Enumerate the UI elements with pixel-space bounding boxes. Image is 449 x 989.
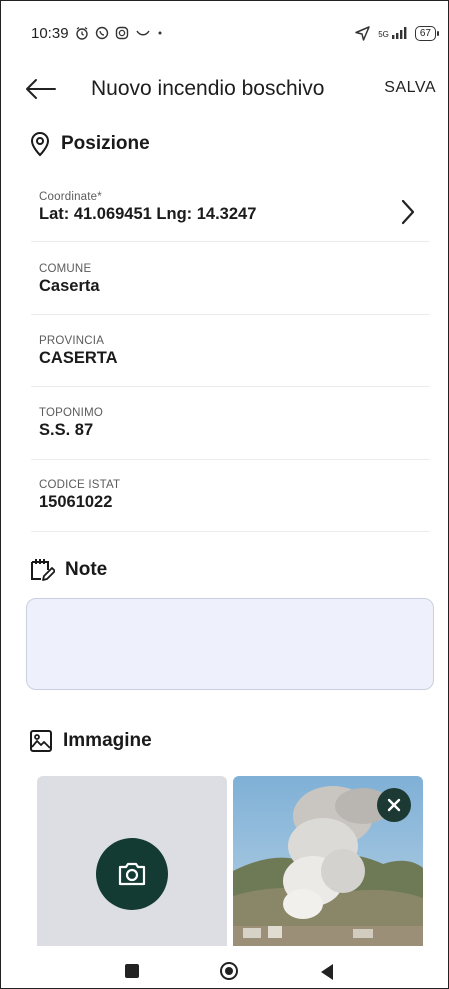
app-bar: Nuovo incendio boschivo SALVA <box>1 71 448 107</box>
notes-section-header: Note <box>29 557 107 583</box>
divider <box>31 459 430 460</box>
notepad-pen-icon <box>31 559 55 581</box>
coordinates-field[interactable]: Coordinate* Lat: 41.069451 Lng: 14.3247 <box>39 191 418 224</box>
provincia-value: CASERTA <box>39 349 118 367</box>
status-right: 5G 67 <box>355 25 440 41</box>
status-time: 10:39 <box>31 24 69 42</box>
codice-istat-value: 15061022 <box>39 493 113 511</box>
location-pin-icon <box>30 132 50 157</box>
provincia-label: PROVINCIA <box>39 335 105 347</box>
back-arrow-icon[interactable] <box>23 75 57 103</box>
position-section-header: Posizione <box>29 131 150 157</box>
back-triangle-icon[interactable] <box>319 963 335 981</box>
image-icon <box>30 730 52 752</box>
toponimo-label: TOPONIMO <box>39 407 104 419</box>
save-button[interactable]: SALVA <box>384 79 436 97</box>
divider <box>31 386 430 387</box>
add-photo-tile[interactable] <box>37 776 227 946</box>
toponimo-field: TOPONIMO S.S. 87 <box>39 407 418 440</box>
signal-indicator: 5G <box>378 27 407 39</box>
notes-section-title: Note <box>65 559 108 580</box>
comune-value: Caserta <box>39 277 100 295</box>
smile-icon <box>135 30 150 36</box>
notification-icons <box>75 26 163 40</box>
comune-field: COMUNE Caserta <box>39 263 418 296</box>
home-circle-icon[interactable] <box>219 961 239 981</box>
whatsapp-icon <box>95 26 108 40</box>
camera-icon <box>118 862 146 886</box>
location-arrow-icon <box>355 25 370 41</box>
status-bar: 10:39 5G 67 <box>31 21 440 45</box>
wildfire-photo[interactable] <box>233 776 423 946</box>
position-section-title: Posizione <box>61 133 150 154</box>
divider <box>31 531 430 532</box>
provincia-field: PROVINCIA CASERTA <box>39 335 418 368</box>
signal-icon <box>391 27 407 39</box>
remove-photo-button[interactable] <box>377 788 411 822</box>
close-icon <box>387 798 401 812</box>
recents-square-icon[interactable] <box>125 964 139 978</box>
divider <box>31 314 430 315</box>
coordinates-label: Coordinate* <box>39 191 102 203</box>
notes-input[interactable] <box>26 598 434 690</box>
instagram-icon <box>115 26 128 40</box>
divider <box>31 241 430 242</box>
battery-icon: 67 <box>414 25 440 41</box>
network-type: 5G <box>378 30 389 39</box>
image-section-title: Immagine <box>63 730 152 751</box>
comune-label: COMUNE <box>39 263 92 275</box>
page-title: Nuovo incendio boschivo <box>91 77 325 100</box>
app-screen: 10:39 5G 67 Nuovo incendio boschivo SALV… <box>0 0 449 989</box>
toponimo-value: S.S. 87 <box>39 421 94 439</box>
codice-istat-label: CODICE ISTAT <box>39 479 121 491</box>
system-navigation-bar <box>1 946 448 988</box>
alarm-icon <box>75 26 88 40</box>
camera-button[interactable] <box>96 838 168 910</box>
chevron-right-icon[interactable] <box>400 197 416 227</box>
codice-istat-field: CODICE ISTAT 15061022 <box>39 479 418 512</box>
image-section-header: Immagine <box>29 729 152 753</box>
coordinates-value: Lat: 41.069451 Lng: 14.3247 <box>39 205 257 223</box>
dot-icon <box>158 31 162 35</box>
